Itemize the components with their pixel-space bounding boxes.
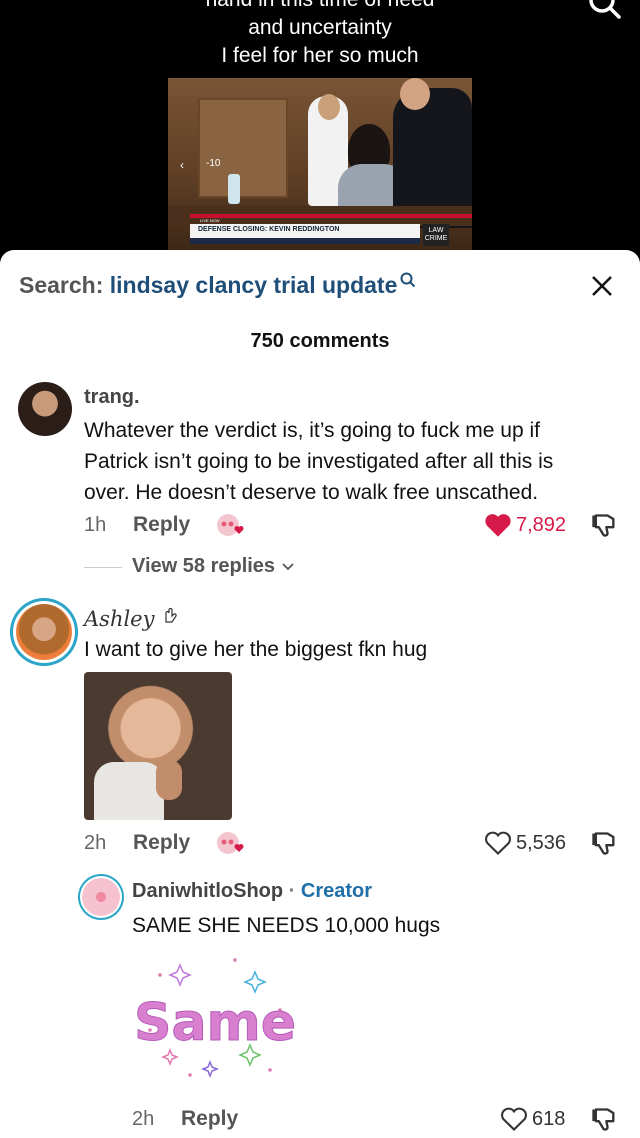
hand-wave-icon xyxy=(165,607,177,623)
comments-sheet: Search: lindsay clancy trial update 750 … xyxy=(0,250,640,1138)
wood-panel xyxy=(198,98,288,198)
comment-timestamp: 2h xyxy=(84,832,107,854)
view-replies-button[interactable]: View 58 replies xyxy=(132,555,295,578)
creator-liked-avatar-icon xyxy=(217,514,244,536)
rewind-timer: -10 xyxy=(206,158,221,169)
comment-attached-image[interactable] xyxy=(84,672,232,820)
comment-username[interactable]: DaniwhitloShop xyxy=(132,880,283,902)
search-icon[interactable] xyxy=(400,272,416,288)
reply-username-row[interactable]: DaniwhitloShop · Creator xyxy=(132,880,372,903)
lower-third-red-bar xyxy=(190,214,472,218)
reply-button[interactable]: Reply xyxy=(181,1107,238,1131)
news-ticker xyxy=(190,238,420,244)
like-count: 5,536 xyxy=(516,832,567,854)
video-caption-line: hand in this time of need xyxy=(0,0,640,14)
comment-timestamp: 2h xyxy=(132,1108,155,1130)
comment-text-line: over. He doesn’t deserve to walk free un… xyxy=(84,481,539,504)
comment-text: Whatever the verdict is, it’s going to f… xyxy=(84,415,634,508)
video-caption-line: and uncertainty xyxy=(248,16,392,39)
comment-text-line: Patrick isn’t going to be investigated a… xyxy=(84,450,554,473)
reply-button[interactable]: Reply xyxy=(133,513,190,537)
search-label: Search: xyxy=(19,272,104,298)
avatar-story-ring[interactable] xyxy=(10,598,78,666)
view-replies-label: View 58 replies xyxy=(132,555,276,577)
like-count: 618 xyxy=(532,1108,566,1130)
like-count: 7,892 xyxy=(516,514,567,536)
lower-third-title: DEFENSE CLOSING: KEVIN REDDINGTON xyxy=(198,226,340,233)
search-icon[interactable] xyxy=(586,0,622,22)
comment-username[interactable]: trang. xyxy=(84,386,140,409)
rewind-chevron-icon[interactable]: ‹ xyxy=(180,158,184,172)
avatar xyxy=(13,601,75,663)
avatar[interactable] xyxy=(18,382,72,436)
comment-username[interactable]: Ashley xyxy=(84,606,181,631)
reply-button[interactable]: Reply xyxy=(133,831,190,855)
sticker-text: Same xyxy=(134,993,296,1053)
replies-divider xyxy=(84,567,122,568)
creator-badge: Creator xyxy=(300,880,373,902)
comment-text: I want to give her the biggest fkn hug xyxy=(84,638,428,661)
news-lower-third: LIVE NOW DEFENSE CLOSING: KEVIN REDDINGT… xyxy=(168,214,472,250)
search-suggestion[interactable]: Search: lindsay clancy trial update xyxy=(19,272,416,299)
attorney-head xyxy=(400,78,430,110)
dislike-icon[interactable] xyxy=(590,1106,618,1134)
same-sticker[interactable]: Same xyxy=(130,950,300,1090)
search-query-link[interactable]: lindsay clancy trial update xyxy=(110,272,398,298)
dislike-icon[interactable] xyxy=(590,830,618,858)
court-officer-head xyxy=(318,94,340,120)
dislike-icon[interactable] xyxy=(590,512,618,540)
creator-liked-avatar-icon xyxy=(217,832,244,854)
comment-text: SAME SHE NEEDS 10,000 hugs xyxy=(132,914,441,937)
heart-outline-icon[interactable] xyxy=(484,830,512,856)
heart-outline-icon[interactable] xyxy=(500,1106,528,1132)
avatar xyxy=(80,876,122,918)
comment-text-line: Whatever the verdict is, it’s going to f… xyxy=(84,419,540,442)
separator-dot: · xyxy=(288,880,296,902)
comment-count: 750 comments xyxy=(250,330,390,352)
channel-logo: LAW CRIME xyxy=(423,224,449,246)
video-caption-line: I feel for her so much xyxy=(221,44,419,67)
live-label: LIVE NOW xyxy=(200,218,220,223)
comment-username-text: Ashley xyxy=(84,607,155,631)
video-player[interactable]: hand in this time of need and uncertaint… xyxy=(0,0,640,260)
close-icon[interactable] xyxy=(590,274,614,298)
heart-filled-icon[interactable] xyxy=(484,512,512,538)
chevron-down-icon xyxy=(281,563,294,571)
avatar-story-ring[interactable] xyxy=(78,874,124,920)
video-frame[interactable]: ‹ -10 LIVE NOW DEFENSE CLOSING: KEVIN RE… xyxy=(168,78,472,250)
water-bottle xyxy=(228,174,240,204)
comment-timestamp: 1h xyxy=(84,514,107,536)
